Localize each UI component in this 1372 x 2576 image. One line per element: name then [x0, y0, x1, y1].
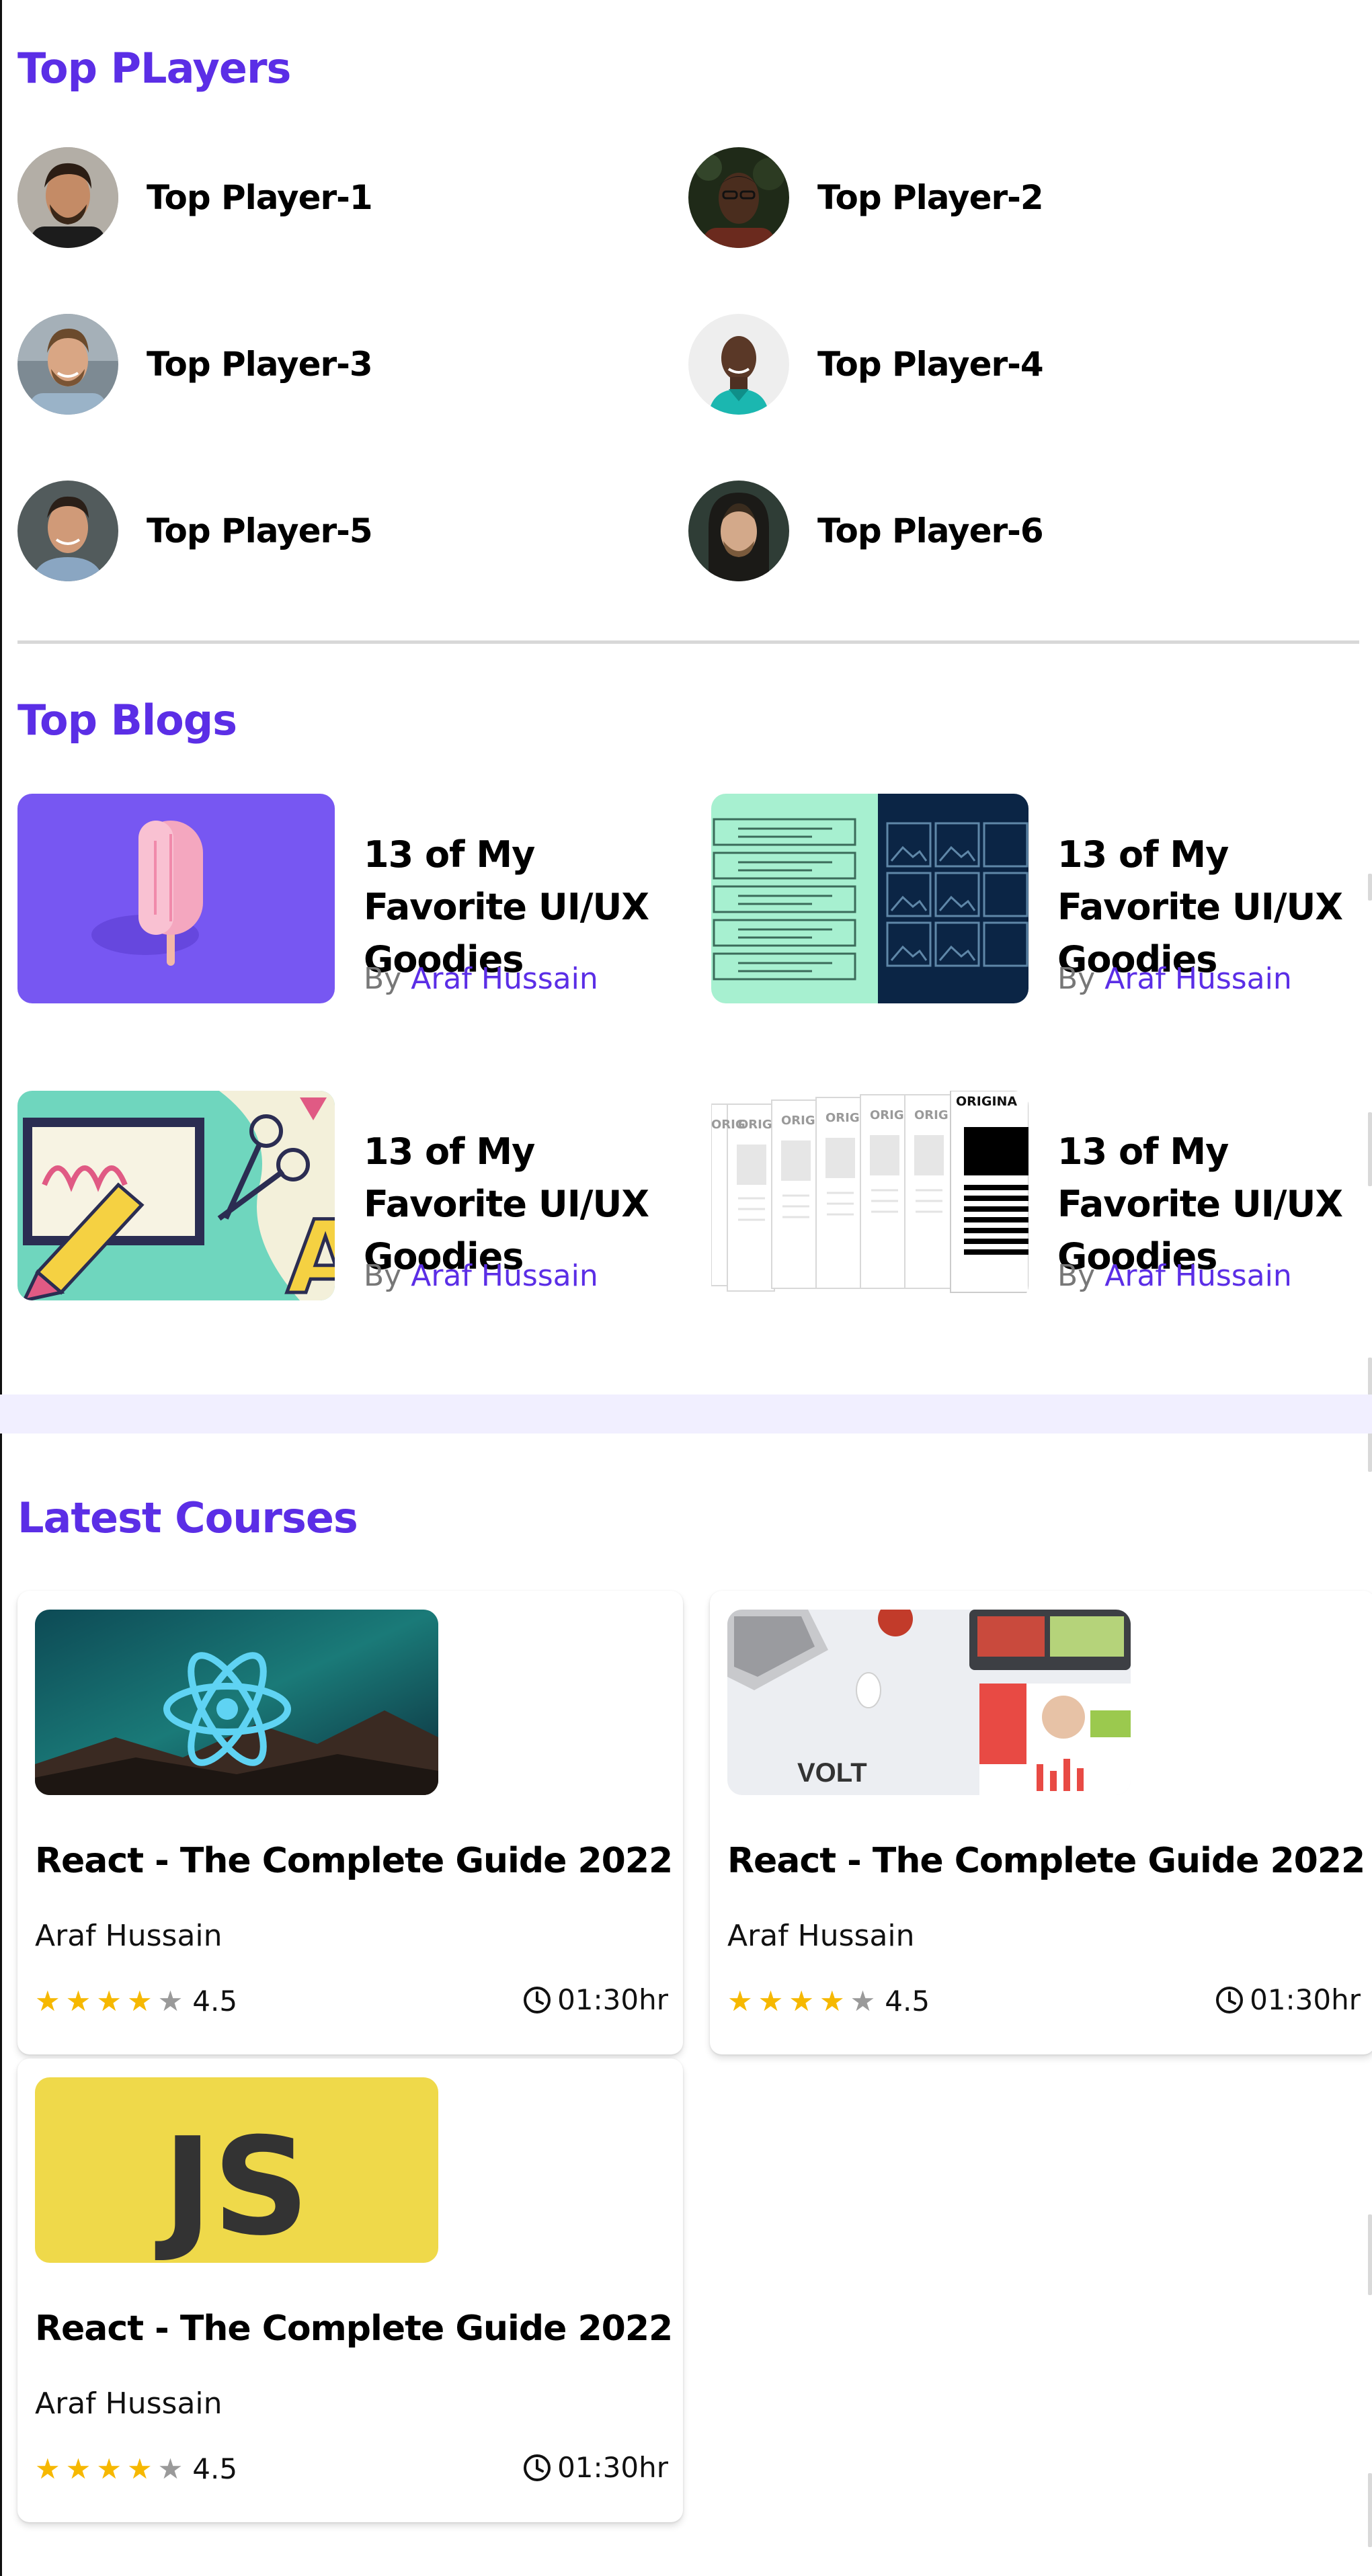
course-title[interactable]: React - The Complete Guide 2022: [727, 1841, 1365, 1881]
star-icon: ★: [35, 1984, 60, 2018]
duration-value: 01:30hr: [557, 2451, 668, 2484]
star-icon: ★: [65, 2452, 91, 2485]
thumb-text-js: JS: [155, 2109, 309, 2263]
player-name: Top Player-6: [817, 511, 1044, 550]
course-card[interactable]: VOLT React - The Complete Guide 2022 Ara…: [710, 1591, 1372, 2054]
course-thumbnail: [35, 1610, 438, 1795]
course-title[interactable]: React - The Complete Guide 2022: [35, 1841, 673, 1881]
blog-thumbnail: ORIG ORIG ORIG ORIG ORIG ORIG ORIGINA: [711, 1091, 1028, 1300]
player-card[interactable]: Top Player-5: [17, 481, 373, 581]
course-card[interactable]: React - The Complete Guide 2022 Araf Hus…: [17, 1591, 683, 2054]
course-rating: ★ ★ ★ ★ ★ 4.5: [35, 1985, 237, 2018]
duration-value: 01:30hr: [1250, 1983, 1361, 2016]
avatar: [688, 481, 789, 581]
course-rating: ★ ★ ★ ★ ★ 4.5: [35, 2452, 237, 2485]
course-thumbnail: VOLT: [727, 1610, 1131, 1795]
star-icon: ★: [789, 1984, 814, 2018]
rating-value: 4.5: [192, 2452, 238, 2485]
player-name: Top Player-2: [817, 178, 1044, 217]
star-icon: ★: [96, 1984, 122, 2018]
thumb-text-orig: ORIG: [870, 1108, 904, 1122]
left-border: [0, 0, 2, 2576]
byline-prefix: By: [1057, 962, 1096, 996]
player-name: Top Player-3: [147, 345, 373, 384]
blog-thumbnail: [711, 794, 1028, 1003]
avatar: [688, 314, 789, 415]
byline-prefix: By: [364, 1259, 402, 1293]
blog-thumbnail: [17, 794, 335, 1003]
course-title[interactable]: React - The Complete Guide 2022: [35, 2309, 673, 2349]
thumb-text-orig: ORIG: [914, 1108, 949, 1122]
clock-icon: [524, 1986, 551, 2013]
blog-author-link[interactable]: Araf Hussain: [411, 1259, 598, 1293]
player-card[interactable]: Top Player-6: [688, 481, 1044, 581]
player-card[interactable]: Top Player-2: [688, 147, 1044, 248]
latest-courses-heading: Latest Courses: [17, 1493, 358, 1542]
star-icon: ★: [35, 2452, 60, 2485]
course-author: Araf Hussain: [727, 1919, 915, 1953]
top-blogs-heading: Top Blogs: [17, 696, 237, 745]
rating-value: 4.5: [192, 1985, 238, 2018]
star-icon: ★: [727, 1984, 753, 2018]
blog-card[interactable]: ORIG ORIG ORIG ORIG ORIG ORIG ORIGINA 13…: [711, 1091, 1372, 1300]
star-outline-icon: ★: [157, 1984, 184, 2018]
clock-icon: [1216, 1986, 1244, 2013]
avatar: [17, 481, 118, 581]
player-card[interactable]: Top Player-3: [17, 314, 373, 415]
course-author: Araf Hussain: [35, 1919, 223, 1953]
blog-byline: By Araf Hussain: [364, 962, 598, 996]
clock-icon: [524, 2454, 551, 2481]
avatar: [17, 147, 118, 248]
thumb-text-orig: ORIG: [825, 1111, 860, 1125]
course-rating: ★ ★ ★ ★ ★ 4.5: [727, 1985, 930, 2018]
thumb-text-orig: ORIG: [738, 1118, 772, 1132]
course-duration: 01:30hr: [1215, 1983, 1361, 2016]
avatar: [17, 314, 118, 415]
blog-byline: By Araf Hussain: [1057, 962, 1292, 996]
blog-card[interactable]: 13 of My Favorite UI/UX Goodies By Araf …: [711, 794, 1372, 1003]
byline-prefix: By: [364, 962, 402, 996]
top-players-heading: Top PLayers: [17, 44, 291, 93]
player-card[interactable]: Top Player-4: [688, 314, 1044, 415]
blog-author-link[interactable]: Araf Hussain: [1104, 962, 1292, 996]
blog-card[interactable]: A 13 of My Favorite UI/UX Goodies By Ara…: [17, 1091, 690, 1300]
blog-card[interactable]: 13 of My Favorite UI/UX Goodies By Araf …: [17, 794, 690, 1003]
blog-thumbnail: A: [17, 1091, 335, 1300]
svg-text:A: A: [286, 1200, 335, 1300]
course-thumbnail: JS: [35, 2077, 438, 2263]
star-icon: ★: [96, 2452, 122, 2485]
course-duration: 01:30hr: [522, 2451, 668, 2484]
star-icon: ★: [65, 1984, 91, 2018]
section-divider: [17, 640, 1359, 644]
blog-byline: By Araf Hussain: [1057, 1259, 1292, 1293]
player-name: Top Player-1: [147, 178, 373, 217]
rating-value: 4.5: [885, 1985, 930, 2018]
avatar: [688, 147, 789, 248]
thumb-text-original: ORIGINA: [956, 1094, 1017, 1109]
duration-value: 01:30hr: [557, 1983, 668, 2016]
star-icon: ★: [819, 1984, 845, 2018]
section-band: [0, 1395, 1372, 1434]
blog-author-link[interactable]: Araf Hussain: [1104, 1259, 1292, 1293]
byline-prefix: By: [1057, 1259, 1096, 1293]
star-icon: ★: [126, 2452, 153, 2485]
blog-author-link[interactable]: Araf Hussain: [411, 962, 598, 996]
course-author: Araf Hussain: [35, 2386, 223, 2421]
star-outline-icon: ★: [850, 1984, 876, 2018]
course-card[interactable]: JS React - The Complete Guide 2022 Araf …: [17, 2059, 683, 2522]
player-card[interactable]: Top Player-1: [17, 147, 373, 248]
star-outline-icon: ★: [157, 2452, 184, 2485]
star-icon: ★: [126, 1984, 153, 2018]
blog-byline: By Araf Hussain: [364, 1259, 598, 1293]
player-name: Top Player-4: [817, 345, 1044, 384]
course-duration: 01:30hr: [522, 1983, 668, 2016]
thumb-text-volt: VOLT: [797, 1758, 867, 1788]
player-name: Top Player-5: [147, 511, 373, 550]
star-icon: ★: [758, 1984, 784, 2018]
thumb-text-orig: ORIG: [781, 1114, 815, 1128]
